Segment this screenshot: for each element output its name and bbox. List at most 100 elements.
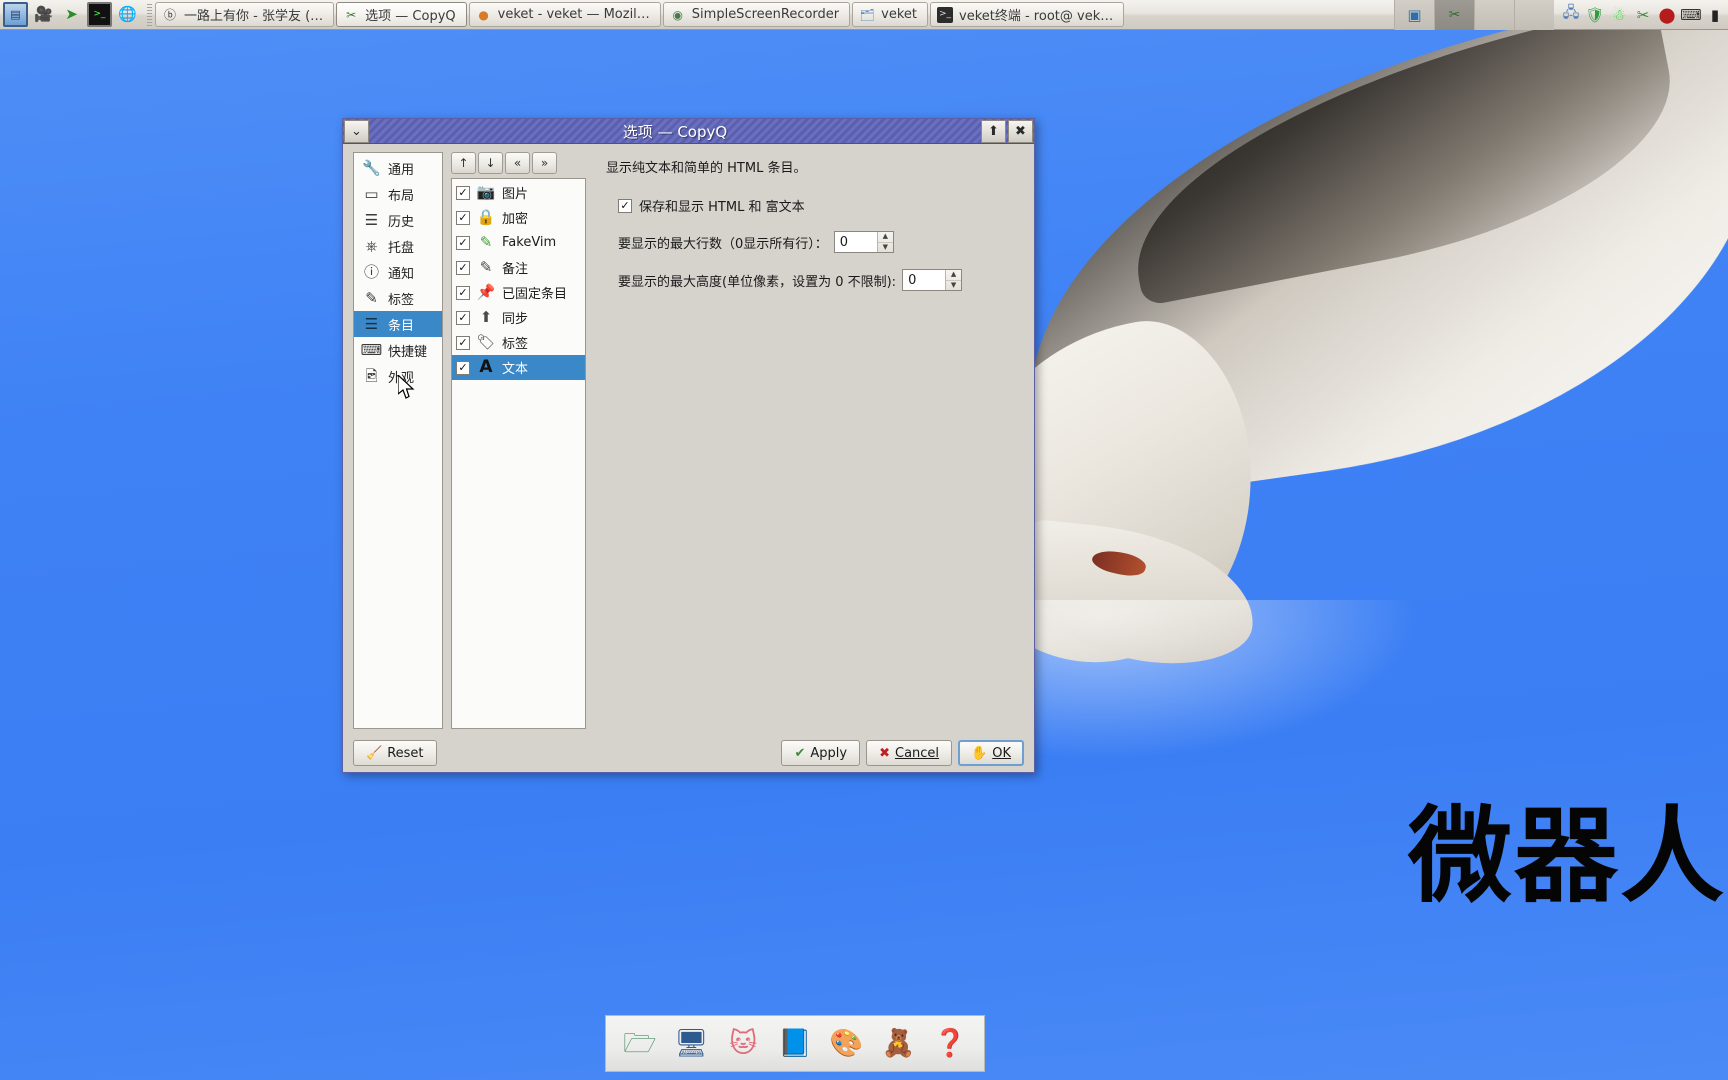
sidebar-item-tabs[interactable]: ✎ 标签 [354,285,442,311]
sidebar-item-tray[interactable]: ⎈ 托盘 [354,233,442,259]
web-browser-icon[interactable]: 🌐 [115,2,140,27]
save-html-checkbox-group[interactable]: ✓ 保存和显示 HTML 和 富文本 [618,196,805,215]
list-item[interactable]: ✓ A 文本 [452,355,585,380]
sidebar-item-label: 托盘 [388,240,415,256]
task-button-copyq[interactable]: ✂ 选项 — CopyQ [336,2,467,27]
list-item-label: 加密 [502,212,529,227]
move-up-button[interactable]: ↑ [451,152,476,174]
format-checkbox[interactable]: ✓ [456,335,470,350]
settings-category-list[interactable]: 🔧 通用 ▭ 布局 ☰ 历史 ⎈ 托盘 ⓘ 通知 ✎ 标签 ☰ 条目 ⌨ 快捷键… [353,152,443,729]
save-html-checkbox[interactable]: ✓ [618,198,632,213]
items-icon: ☰ [364,314,379,333]
camera-icon: 📷 [476,183,496,201]
network-icon[interactable]: 🖧 [1560,3,1582,26]
move-down-button[interactable]: ↓ [478,152,503,174]
ok-hand-icon: ✋ [971,745,988,761]
pager-desktop-2[interactable]: ✂ [1434,0,1474,30]
task-button-list: ⓑ 一路上有你 - 张学友 (… ✂ 选项 — CopyQ ● veket - … [155,0,1394,30]
sidebar-item-shortcuts[interactable]: ⌨ 快捷键 [354,337,442,363]
ok-button[interactable]: ✋ OK [958,740,1024,766]
apply-button-label: Apply [810,745,848,761]
spin-down-button[interactable]: ▼ [946,281,961,291]
max-lines-spinner-arrows[interactable]: ▲ ▼ [876,232,893,253]
max-height-spinner[interactable]: ▲ ▼ [902,269,963,291]
item-format-list[interactable]: ✓ 📷 图片 ✓ 🔒 加密 ✓ ✎ FakeVim ✓ ✎ 备注 ✓ 📌 已固定… [451,178,586,729]
video-camera-icon[interactable]: 🎥 [31,2,56,27]
shield-icon[interactable]: 🛡 [1584,4,1606,26]
list-item[interactable]: ✓ ⬆ 同步 [452,305,585,330]
text-editor-icon[interactable]: 📘 [774,1023,816,1065]
task-button-screenrecorder[interactable]: ◉ SimpleScreenRecorder [662,2,851,27]
max-height-input[interactable] [903,270,946,290]
save-html-label: 保存和显示 HTML 和 富文本 [639,200,805,215]
cancel-button[interactable]: ✖ Cancel [866,740,953,766]
list-item[interactable]: ✓ 🏷 标签 [452,330,585,355]
format-checkbox[interactable]: ✓ [456,285,470,300]
sidebar-item-items[interactable]: ☰ 条目 [354,311,442,337]
task-button-file-manager[interactable]: 🗂 veket [852,2,928,27]
move-top-button[interactable]: « [505,152,530,174]
sidebar-item-label: 条目 [388,318,415,334]
pager-desktop-3[interactable] [1474,0,1514,30]
disk-icon[interactable]: ☃ [1608,4,1630,26]
list-item-label: 已固定条目 [502,287,568,302]
format-checkbox[interactable]: ✓ [456,235,470,250]
sidebar-item-notifications[interactable]: ⓘ 通知 [354,259,442,285]
copyq-tray-icon[interactable]: ✂ [1632,4,1654,26]
broom-icon: 🧹 [366,745,383,761]
task-button-audio-player[interactable]: ⓑ 一路上有你 - 张学友 (… [155,2,335,27]
dialog-title: 选项 — CopyQ [622,122,728,141]
format-checkbox[interactable]: ✓ [456,210,470,225]
spin-up-button[interactable]: ▲ [877,232,893,243]
file-manager-icon[interactable]: 🗁 [619,1023,661,1065]
dialog-action-buttons: ✔ Apply ✖ Cancel ✋ OK [781,740,1024,766]
record-icon[interactable]: ⬤ [1656,4,1678,26]
shade-window-button[interactable]: ⬆ [981,119,1006,143]
dialog-titlebar[interactable]: ⌄ 选项 — CopyQ ⬆ ✖ [343,119,1034,144]
format-checkbox[interactable]: ✓ [456,185,470,200]
task-label: veket - veket — Mozil… [497,7,650,22]
pager-desktop-4[interactable] [1514,0,1554,30]
pager-screen-icon: ▣ [1407,5,1422,24]
sidebar-item-general[interactable]: 🔧 通用 [354,155,442,181]
terminal-icon[interactable]: >_ [87,2,112,27]
max-height-spinner-arrows[interactable]: ▲ ▼ [945,270,962,291]
firefox-cat-icon[interactable]: 🐱 [722,1023,764,1065]
sidebar-item-layout[interactable]: ▭ 布局 [354,181,442,207]
max-lines-input[interactable] [834,232,877,252]
media-play-icon[interactable]: ➤ [59,2,84,27]
move-bottom-button[interactable]: » [532,152,557,174]
cancel-button-label: Cancel [895,745,940,761]
spin-down-button[interactable]: ▼ [878,243,893,253]
copyq-options-dialog: ⌄ 选项 — CopyQ ⬆ ✖ 🔧 通用 ▭ 布局 ☰ 历史 ⎈ 托盘 ⓘ 通… [342,118,1035,773]
battery-icon[interactable]: ▮ [1704,4,1726,26]
list-item[interactable]: ✓ 📌 已固定条目 [452,280,585,305]
list-item[interactable]: ✓ ✎ 备注 [452,255,585,280]
list-item[interactable]: ✓ 📷 图片 [452,180,585,205]
task-button-firefox[interactable]: ● veket - veket — Mozil… [468,2,661,27]
keyboard-icon[interactable]: ⌨ [1680,4,1702,26]
veket-bear-icon[interactable]: 🧸 [877,1023,919,1065]
window-menu-button[interactable]: ⌄ [344,119,369,143]
list-item[interactable]: ✓ 🔒 加密 [452,205,585,230]
display-setup-icon[interactable]: 🖥 [671,1023,713,1065]
list-item[interactable]: ✓ ✎ FakeVim [452,230,585,255]
reset-button[interactable]: 🧹 Reset [353,740,437,766]
sidebar-item-appearance[interactable]: 🖻 外观 [354,363,442,389]
max-height-label: 要显示的最大高度(单位像素，设置为 0 不限制): [618,274,897,290]
help-icon[interactable]: ❓ [929,1023,971,1065]
max-lines-spinner[interactable]: ▲ ▼ [833,231,894,253]
note-icon: ✎ [479,258,493,276]
system-tray: 🖧 🛡 ☃ ✂ ⬤ ⌨ ▮ [1554,3,1728,26]
pager-desktop-1[interactable]: ▣ [1394,0,1434,30]
format-checkbox[interactable]: ✓ [456,360,470,375]
spin-up-button[interactable]: ▲ [946,270,962,281]
close-window-button[interactable]: ✖ [1008,119,1033,143]
task-button-terminal[interactable]: >_ veket终端 - root@ vek… [930,2,1125,27]
sidebar-item-history[interactable]: ☰ 历史 [354,207,442,233]
system-monitor-icon[interactable]: ▤ [3,2,28,27]
apply-button[interactable]: ✔ Apply [781,740,861,766]
paint-palette-icon[interactable]: 🎨 [826,1023,868,1065]
format-checkbox[interactable]: ✓ [456,310,470,325]
format-checkbox[interactable]: ✓ [456,260,470,275]
